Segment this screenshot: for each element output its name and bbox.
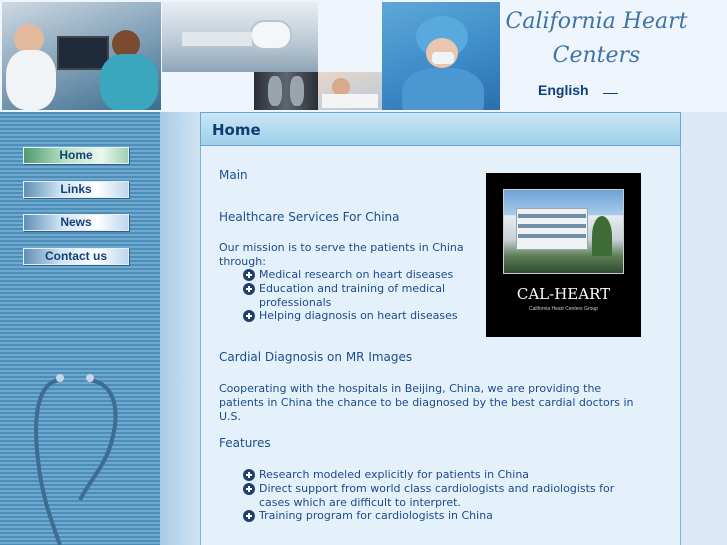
- list-item-text: Direct support from world class cardiolo…: [259, 482, 615, 509]
- list-item-text: Medical research on heart diseases: [259, 268, 454, 281]
- section-heading-diagnosis: Cardial Diagnosis on MR Images: [219, 350, 413, 364]
- nav-home-button[interactable]: Home: [23, 147, 129, 164]
- doctors-at-monitor-photo: [2, 2, 161, 110]
- list-item: Education and training of medical profes…: [243, 282, 451, 310]
- site-header: California Heart Centers English: [0, 0, 727, 112]
- plus-bullet-icon: [243, 283, 255, 295]
- nav-contact-button[interactable]: Contact us: [23, 248, 129, 265]
- list-item-text: Training program for cardiologists in Ch…: [259, 509, 493, 522]
- plus-bullet-icon: [243, 469, 255, 481]
- mri-scanner-photo: [162, 2, 318, 72]
- list-item: Research modeled explicitly for patients…: [243, 468, 623, 482]
- section-heading-features: Features: [219, 436, 271, 450]
- nav-news-button[interactable]: News: [23, 214, 129, 231]
- xray-photo: [254, 72, 318, 110]
- cal-heart-logo: CAL-HEART California Heart Centers Group: [486, 173, 641, 337]
- nav-links-button[interactable]: Links: [23, 181, 129, 198]
- plus-bullet-icon: [243, 269, 255, 281]
- plus-bullet-icon: [243, 510, 255, 522]
- patient-photo: [318, 72, 382, 110]
- language-link-english[interactable]: English: [538, 82, 589, 98]
- surgeon-photo: [382, 2, 500, 110]
- sidebar-gradient: [160, 112, 202, 545]
- logo-subtitle: California Heart Centers Group: [529, 306, 598, 312]
- list-item: Medical research on heart diseases: [243, 268, 478, 282]
- list-item: Helping diagnosis on heart diseases: [243, 309, 478, 323]
- list-item-text: Research modeled explicitly for patients…: [259, 468, 530, 481]
- logo-title: CAL-HEART: [516, 285, 611, 303]
- list-item-text: Helping diagnosis on heart diseases: [259, 309, 458, 322]
- section-heading-healthcare: Healthcare Services For China: [219, 210, 400, 224]
- page-title: Home: [212, 121, 261, 139]
- panel-title-bar: Home: [200, 112, 681, 146]
- list-item: Training program for cardiologists in Ch…: [243, 509, 623, 523]
- building-photo: [503, 189, 624, 274]
- language-link-other[interactable]: [603, 93, 618, 94]
- diagnosis-text: Cooperating with the hospitals in Beijin…: [219, 382, 634, 423]
- site-logo-text: California Heart Centers: [504, 5, 689, 73]
- plus-bullet-icon: [243, 483, 255, 495]
- main-label: Main: [219, 168, 248, 182]
- list-item-text: Education and training of medical profes…: [259, 282, 446, 309]
- plus-bullet-icon: [243, 310, 255, 322]
- stethoscope-icon: [34, 374, 118, 545]
- list-item: Direct support from world class cardiolo…: [243, 482, 623, 510]
- brand-line-1: California Heart: [505, 9, 688, 34]
- brand-line-2: Centers: [552, 43, 641, 68]
- mission-text: Our mission is to serve the patients in …: [219, 241, 464, 268]
